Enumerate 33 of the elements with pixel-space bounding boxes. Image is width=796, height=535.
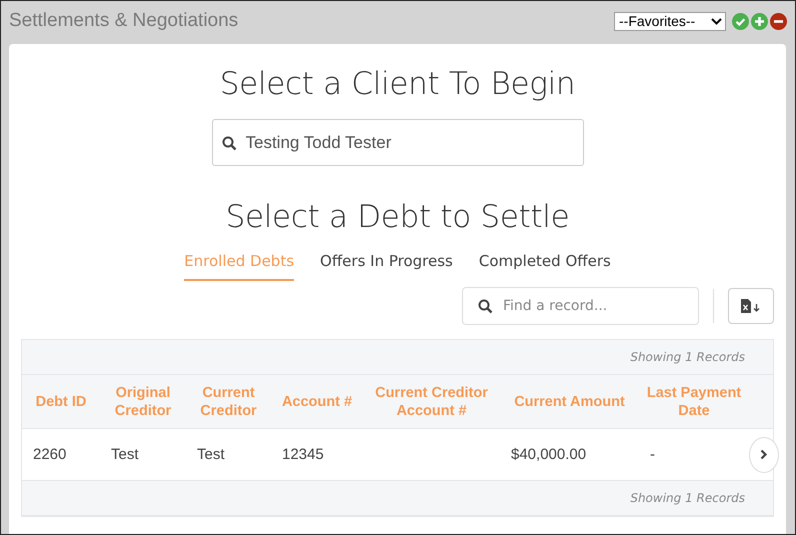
window-title: Settlements & Negotiations (9, 10, 240, 32)
table-cell-text: $40,000.00 (510, 446, 588, 463)
tab[interactable]: Offers In Progress (320, 252, 453, 281)
section-heading: Select a Debt to Settle (226, 199, 570, 235)
column-header: Current Creditor (199, 384, 258, 420)
checkmark-icon[interactable] (732, 12, 749, 30)
column-header: Current Creditor Account # (374, 384, 489, 420)
column-header: Debt ID (36, 392, 86, 410)
search-icon (222, 136, 236, 150)
column-header: Last Payment Date (646, 384, 742, 420)
table-cell-text: - (649, 446, 656, 463)
table-cell-text: Test (196, 446, 226, 463)
open-row-button[interactable] (749, 436, 779, 472)
table-cell-text: Test (110, 446, 140, 463)
record-search-field[interactable]: Find a record... (462, 287, 699, 325)
caret-icon (711, 18, 722, 24)
records-count: Showing 1 Records (630, 491, 745, 505)
remove-icon[interactable] (770, 12, 787, 30)
search-icon (478, 299, 493, 314)
favorites-dropdown[interactable]: --Favorites-- (614, 12, 726, 30)
spreadsheet-download-icon (741, 299, 761, 313)
add-icon[interactable] (751, 12, 768, 30)
client-search-field[interactable]: Testing Todd Tester (212, 119, 584, 166)
column-header: Current Amount (514, 392, 625, 410)
chevron-right-icon (760, 449, 768, 460)
table-cell-text: 12345 (281, 446, 325, 463)
column-header: Original Creditor (114, 384, 172, 420)
column-header: Account # (282, 392, 352, 410)
page-heading: Select a Client To Begin (220, 66, 576, 102)
records-count: Showing 1 Records (630, 350, 745, 364)
table-cell-text: 2260 (32, 446, 68, 463)
tab[interactable]: Completed Offers (478, 252, 611, 281)
export-button[interactable] (728, 288, 774, 324)
